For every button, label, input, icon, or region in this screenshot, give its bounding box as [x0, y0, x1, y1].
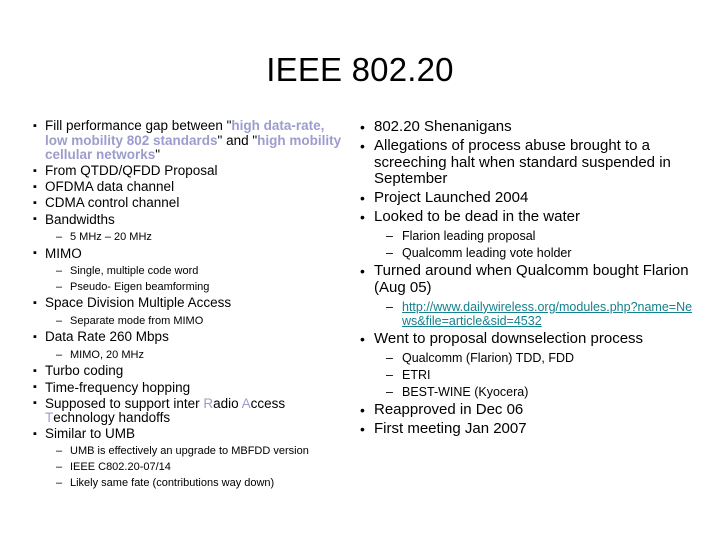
sub-bullet-label: Flarion leading proposal: [402, 229, 536, 244]
sub-bullet-item-qualcomm-flarion-tdd-fdd: Qualcomm (Flarion) TDD, FDD: [386, 351, 694, 365]
bullet-item-ofdma-data-channel: OFDMA data channel: [32, 180, 350, 195]
sub-bullet-label: IEEE C802.20-07/14: [70, 461, 171, 474]
bullet-item-project-launched: Project Launched 2004: [358, 190, 694, 207]
sub-bullet-list: MIMO, 20 MHz: [32, 348, 350, 362]
bullet-label: Allegations of process abuse brought to …: [374, 137, 671, 188]
bullet-label: Bandwidths: [45, 211, 115, 227]
sub-bullet-item-etri: ETRI: [386, 368, 694, 382]
bullet-label: MIMO: [45, 245, 82, 261]
bullet-label: First meeting Jan 2007: [374, 420, 527, 438]
sub-bullet-label: Likely same fate (contributions way down…: [70, 477, 275, 490]
sub-bullet-item-single-multiple-code-word: Single, multiple code word: [56, 264, 350, 278]
sub-bullet-item-separate-mode-from-mimo: Separate mode from MIMO: [56, 314, 350, 328]
sub-bullet-item-bandwidth-range: 5 MHz – 20 MHz: [56, 230, 350, 244]
bullet-item-shenanigans: 802.20 Shenanigans: [358, 118, 694, 136]
left-content-column: Fill performance gap between "high data-…: [32, 118, 350, 493]
bullet-item-fill-performance-gap: Fill performance gap between "high data-…: [32, 118, 350, 163]
bullet-item-similar-to-umb: Similar to UMB: [32, 427, 350, 442]
text-segment: T: [45, 410, 54, 426]
bullet-item-first-meeting-jan-2007: First meeting Jan 2007: [358, 421, 694, 438]
text-segment: R: [203, 395, 214, 411]
bullet-item-qualcomm-bought-flarion: Turned around when Qualcomm bought Flari…: [358, 263, 694, 296]
sub-bullet-list: Qualcomm (Flarion) TDD, FDD ETRI BEST-WINE…: [358, 351, 694, 400]
sub-bullet-label: Qualcomm (Flarion) TDD, FDD: [402, 350, 575, 365]
text-segment: " and ": [217, 132, 258, 148]
text-segment: adio: [213, 395, 242, 411]
bullet-item-inter-rat-handoffs: Supposed to support inter Radio Access T…: [32, 395, 350, 426]
bullet-label: Space Division Multiple Access: [45, 295, 232, 311]
text-segment: ": [155, 147, 161, 163]
sub-bullet-label: Pseudo- Eigen beamforming: [70, 280, 210, 293]
sub-bullet-label: Single, multiple code word: [70, 264, 199, 277]
sub-bullet-list: Single, multiple code word Pseudo- Eigen …: [32, 264, 350, 294]
bullet-item-space-division-multiple-access: Space Division Multiple Access: [32, 296, 350, 311]
bullet-label: Data Rate 260 Mbps: [45, 329, 169, 345]
bullet-label: Reapproved in Dec 06: [374, 401, 524, 419]
bullet-label: 802.20 Shenanigans: [374, 118, 512, 135]
right-content-column: 802.20 Shenanigans Allegations of process…: [358, 118, 694, 440]
hyperlink-dailywireless-link[interactable]: http://www.dailywireless.org/modules.php…: [402, 300, 692, 328]
sub-bullet-list: 5 MHz – 20 MHz: [32, 230, 350, 244]
sub-bullet-item-pseudo-eigen-beamforming: Pseudo- Eigen beamforming: [56, 280, 350, 294]
bullet-label: CDMA control channel: [45, 195, 180, 211]
bullet-label: Time-frequency hopping: [45, 379, 191, 395]
bullet-label: OFDMA data channel: [45, 179, 175, 195]
right-bullet-list: 802.20 Shenanigans Allegations of process…: [358, 118, 694, 438]
bullet-label: Turned around when Qualcomm bought Flari…: [374, 262, 689, 297]
sub-bullet-list: http://www.dailywireless.org/modules.php…: [358, 300, 694, 328]
sub-bullet-label: MIMO, 20 MHz: [70, 348, 144, 361]
sub-bullet-item-flarion-leading-proposal: Flarion leading proposal: [386, 229, 694, 243]
sub-bullet-item-dailywireless-link[interactable]: http://www.dailywireless.org/modules.php…: [386, 300, 694, 328]
sub-bullet-label: Separate mode from MIMO: [70, 314, 204, 327]
bullet-item-bandwidths: Bandwidths: [32, 211, 350, 228]
bullet-item-time-frequency-hopping: Time-frequency hopping: [32, 379, 350, 396]
bullet-item-proposal-downselection: Went to proposal downselection process: [358, 330, 694, 348]
bullet-item-mimo: MIMO: [32, 245, 350, 262]
page-title: IEEE 802.20: [266, 51, 454, 88]
sub-bullet-list: Flarion leading proposal Qualcomm leading…: [358, 229, 694, 261]
bullet-label: Project Launched 2004: [374, 189, 529, 207]
sub-bullet-item-umb-upgrade-mbfdd: UMB is effectively an upgrade to MBFDD v…: [56, 445, 350, 458]
bullet-label: Similar to UMB: [45, 426, 136, 442]
bullet-item-cdma-control-channel: CDMA control channel: [32, 196, 350, 211]
bullet-item-data-rate: Data Rate 260 Mbps: [32, 330, 350, 345]
sub-bullet-item-mimo-20mhz: MIMO, 20 MHz: [56, 348, 350, 362]
text-segment: Supposed to support inter: [45, 395, 204, 411]
sub-bullet-item-likely-same-fate: Likely same fate (contributions way down…: [56, 477, 350, 490]
sub-bullet-list: UMB is effectively an upgrade to MBFDD v…: [32, 445, 350, 490]
bullet-label: From QTDD/QFDD Proposal: [45, 163, 218, 179]
sub-bullet-list: Separate mode from MIMO: [32, 314, 350, 328]
sub-bullet-label: 5 MHz – 20 MHz: [70, 230, 152, 243]
left-bullet-list: Fill performance gap between "high data-…: [32, 118, 350, 490]
text-segment: Fill performance gap between ": [45, 118, 232, 133]
bullet-item-dead-in-the-water: Looked to be dead in the water: [358, 209, 694, 226]
bullet-item-turbo-coding: Turbo coding: [32, 364, 350, 379]
sub-bullet-label: BEST-WINE (Kyocera): [402, 385, 529, 400]
text-segment: echnology handoffs: [53, 410, 171, 426]
text-segment: A: [241, 395, 251, 411]
text-segment: ccess: [250, 395, 286, 411]
sub-bullet-item-best-wine-kyocera: BEST-WINE (Kyocera): [386, 385, 694, 399]
sub-bullet-item-qualcomm-vote-holder: Qualcomm leading vote holder: [386, 246, 694, 260]
bullet-label: Went to proposal downselection process: [374, 330, 644, 348]
sub-bullet-label: ETRI: [402, 367, 431, 382]
bullet-item-qtdd-qfdd-proposal: From QTDD/QFDD Proposal: [32, 163, 350, 179]
sub-bullet-label: UMB is effectively an upgrade to MBFDD v…: [70, 445, 309, 458]
sub-bullet-item-ieee-doc-number: IEEE C802.20-07/14: [56, 461, 350, 474]
bullet-label: Turbo coding: [45, 363, 124, 379]
sub-bullet-label: Qualcomm leading vote holder: [402, 246, 572, 261]
bullet-label: Looked to be dead in the water: [374, 208, 580, 226]
bullet-item-reapproved-dec-06: Reapproved in Dec 06: [358, 401, 694, 419]
slide-canvas: IEEE 802.20 Fill performance gap between…: [0, 0, 720, 540]
bullet-item-allegations-process-abuse: Allegations of process abuse brought to …: [358, 137, 694, 188]
